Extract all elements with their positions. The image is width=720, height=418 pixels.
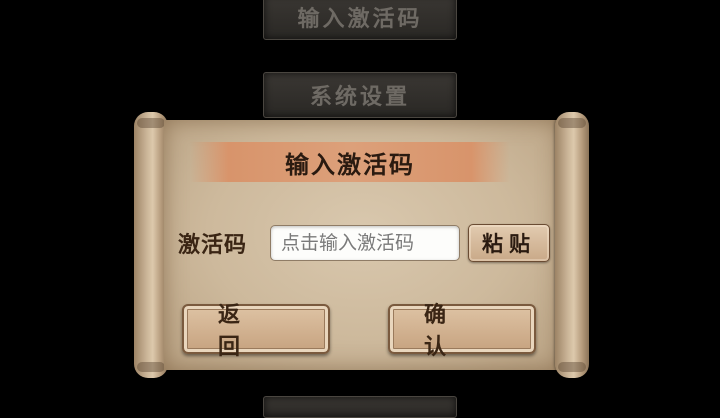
activation-dialog: 输入激活码 激活码 粘贴 返回 确认: [134, 112, 589, 378]
activation-code-input[interactable]: [270, 225, 460, 261]
menu-button-activate-code: 输入激活码: [263, 0, 457, 40]
scroll-rod-right: [555, 112, 589, 378]
paste-button[interactable]: 粘贴: [468, 224, 550, 262]
scroll-rod-left: [134, 112, 168, 378]
paste-button-label: 粘贴: [482, 232, 536, 256]
confirm-button[interactable]: 确认: [388, 303, 536, 360]
activation-code-label: 激活码: [178, 233, 248, 258]
menu-button-label: 输入激活码: [297, 7, 423, 32]
menu-button-hidden: [263, 396, 457, 418]
dialog-title: 输入激活码: [285, 150, 415, 179]
back-button[interactable]: 返回: [182, 303, 330, 360]
dialog-title-banner: 输入激活码: [190, 142, 510, 182]
menu-button-label: 系统设置: [309, 85, 410, 110]
back-button-label: 返回: [218, 303, 275, 360]
confirm-button-label: 确认: [424, 303, 481, 360]
